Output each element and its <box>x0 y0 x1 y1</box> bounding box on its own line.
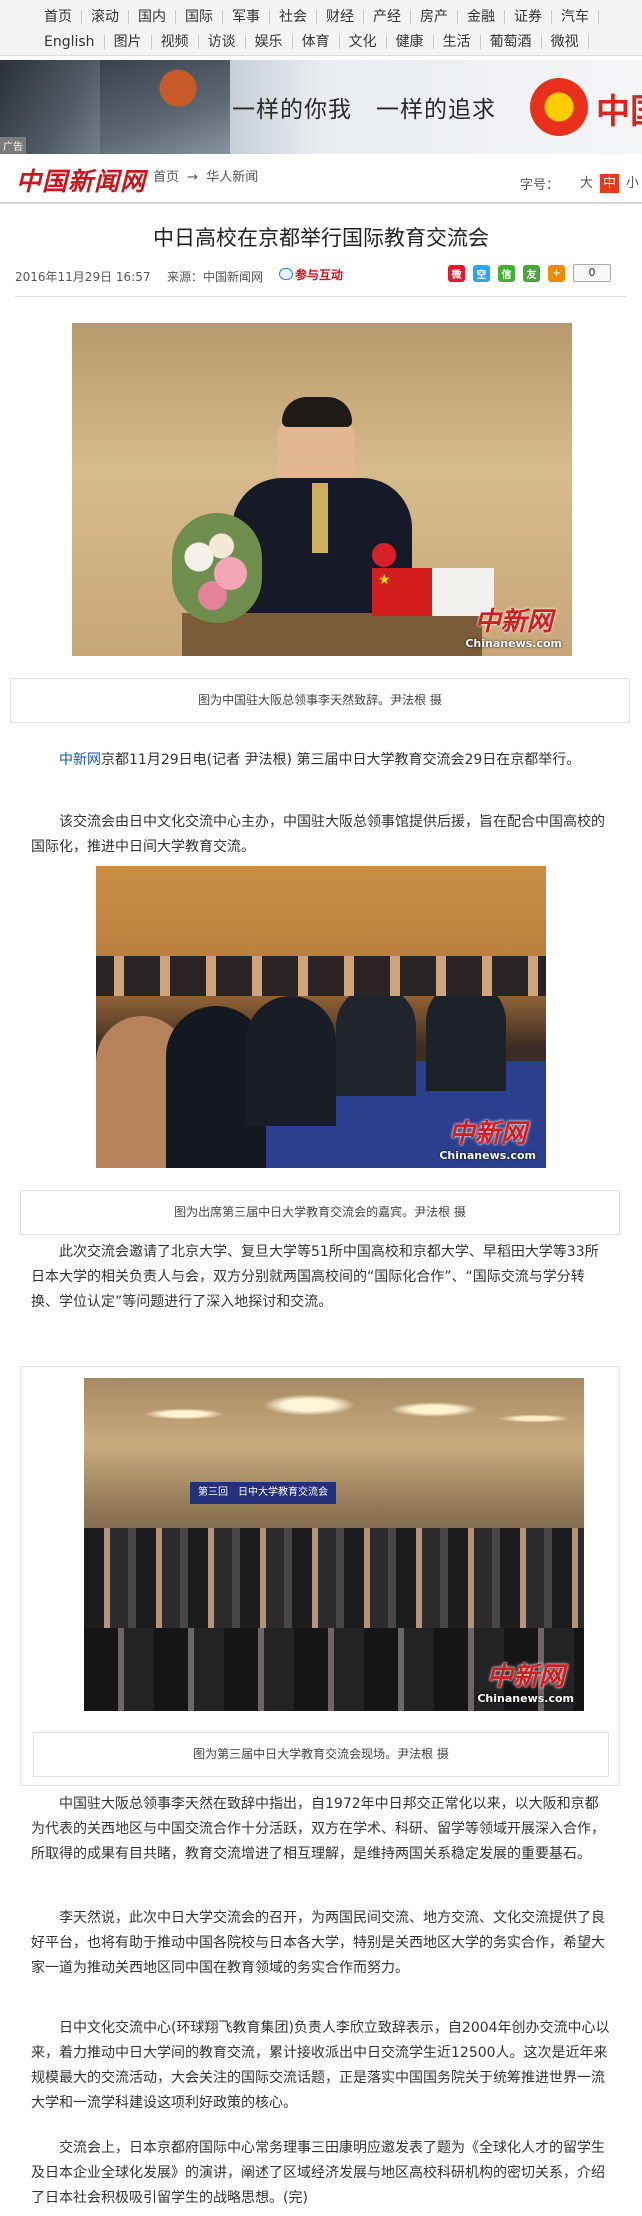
ad-label: 广告 <box>0 137 26 154</box>
font-size-small[interactable]: 小 <box>623 174 642 193</box>
nav-item-video[interactable]: 视频 <box>152 34 199 49</box>
font-size-label: 字号： <box>520 178 560 193</box>
flower-arrangement <box>172 513 262 623</box>
nav-item-realestate[interactable]: 房产 <box>411 9 458 24</box>
paragraph-1: 中新网京都11月29日电(记者 尹法根) 第三届中日大学教育交流会29日在京都举… <box>31 748 611 773</box>
nav-item-scroll[interactable]: 滚动 <box>82 9 129 24</box>
guest-man-3 <box>336 986 416 1096</box>
friends-share-icon[interactable]: 友 <box>523 264 540 282</box>
paragraph-7: 交流会上，日本京都府国际中心常务理事三田康明应邀发表了题为《全球化人才的留学生及… <box>31 2140 605 2206</box>
share-count: 0 <box>573 264 611 282</box>
stage-banner: 第三回 日中大学教育交流会 <box>190 1482 336 1504</box>
photo-watermark: 中新网 Chinanews.com <box>477 1662 574 1705</box>
nav-item-entertainment[interactable]: 娱乐 <box>246 34 293 49</box>
nav-item-life[interactable]: 生活 <box>434 34 481 49</box>
share-bar: 微 空 信 友 + 0 <box>448 264 611 282</box>
site-header: 中国新闻网 首页 → 华人新闻 字号： 大 中 小 <box>0 154 642 204</box>
nav-item-society[interactable]: 社会 <box>270 9 317 24</box>
breadcrumb: 首页 → 华人新闻 <box>153 166 258 185</box>
title-divider <box>15 296 627 297</box>
paragraph-3: 此次交流会邀请了北京大学、复旦大学等51所中国高校和京都大学、早稻田大学等33所… <box>31 1244 599 1310</box>
caption-text-3: 图为第三届中日大学教育交流会现场。尹法根 摄 <box>193 1747 449 1761</box>
breadcrumb-section[interactable]: 华人新闻 <box>206 170 258 185</box>
banner-brand: 中国 <box>596 92 642 132</box>
nav-item-home[interactable]: 首页 <box>38 9 82 24</box>
nav-row-1: 首页 滚动 国内 国际 军事 社会 财经 产经 房产 金融 证券 汽车 <box>0 4 642 29</box>
paragraph-5: 李天然说，此次中日大学交流会的召开，为两国民间交流、地方交流、文化交流提供了良好… <box>31 1910 605 1976</box>
guest-man-4 <box>426 981 506 1091</box>
nav-item-industry[interactable]: 产经 <box>364 9 411 24</box>
photo-caption-1: 图为中国驻大阪总领事李天然致辞。尹法根 摄 <box>10 678 630 723</box>
speaker-hair <box>282 397 352 427</box>
photo-caption-2: 图为出席第三届中日大学教育交流会的嘉宾。尹法根 摄 <box>20 1190 620 1235</box>
paragraph-2: 该交流会由日中文化交流中心主办，中国驻大阪总领事馆提供后援，旨在配合中国高校的国… <box>31 814 605 855</box>
nav-item-english[interactable]: English <box>38 34 105 49</box>
wechat-share-icon[interactable]: 信 <box>498 264 515 282</box>
breadcrumb-arrow-icon: → <box>187 170 199 185</box>
comment-bubble-icon <box>279 268 293 280</box>
article-title: 中日高校在京都举行国际教育交流会 <box>153 226 489 250</box>
publish-time: 2016年11月29日 16:57 <box>15 270 151 284</box>
photo-caption-3: 图为第三届中日大学教育交流会现场。尹法根 摄 <box>33 1732 609 1777</box>
nav-item-international[interactable]: 国际 <box>176 9 223 24</box>
weibo-share-icon[interactable]: 微 <box>448 264 465 282</box>
speaker-tie <box>312 483 328 553</box>
nav-item-banking[interactable]: 金融 <box>458 9 505 24</box>
qzone-share-icon[interactable]: 空 <box>473 264 490 282</box>
nav-item-finance[interactable]: 财经 <box>317 9 364 24</box>
article-meta: 2016年11月29日 16:57 来源：中国新闻网 参与互动 微 空 信 友 … <box>15 264 625 288</box>
photo-speaker: ★ 中新网 Chinanews.com <box>72 323 572 656</box>
nav-item-domestic[interactable]: 国内 <box>129 9 176 24</box>
more-share-icon[interactable]: + <box>548 264 565 282</box>
breadcrumb-home[interactable]: 首页 <box>153 170 179 185</box>
nav-row-2: English 图片 视频 访谈 娱乐 体育 文化 健康 生活 葡萄酒 微视 <box>0 29 642 54</box>
nav-item-health[interactable]: 健康 <box>387 34 434 49</box>
photo-watermark: 中新网 Chinanews.com <box>465 607 562 650</box>
banner-ad[interactable]: 一样的你我 一样的追求 中国 广告 <box>0 60 642 154</box>
nav-item-culture[interactable]: 文化 <box>340 34 387 49</box>
caption-text-2: 图为出席第三届中日大学教育交流会的嘉宾。尹法根 摄 <box>174 1205 466 1219</box>
caption-text-1: 图为中国驻大阪总领事李天然致辞。尹法根 摄 <box>198 693 442 707</box>
petrochina-logo-icon <box>530 78 588 136</box>
stage-banner-text: 第三回 日中大学教育交流会 <box>198 1487 328 1498</box>
photo-watermark: 中新网 Chinanews.com <box>439 1119 536 1162</box>
nav-item-interviews[interactable]: 访谈 <box>199 34 246 49</box>
paragraph-1-text: 京都11月29日电(记者 尹法根) 第三届中日大学教育交流会29日在京都举行。 <box>101 752 581 768</box>
photo-venue: 第三回 日中大学教育交流会 中新网 Chinanews.com <box>84 1378 584 1711</box>
background-crowd <box>96 956 546 996</box>
photo-guests: 中新网 Chinanews.com <box>96 866 546 1168</box>
watermark-en: Chinanews.com <box>439 1149 536 1162</box>
nav-item-securities[interactable]: 证券 <box>505 9 552 24</box>
watermark-cn: 中新网 <box>486 1662 565 1692</box>
site-logo[interactable]: 中国新闻网 <box>16 162 146 198</box>
nav-item-photos[interactable]: 图片 <box>105 34 152 49</box>
watermark-en: Chinanews.com <box>477 1692 574 1705</box>
nav-item-microvideo[interactable]: 微视 <box>542 34 589 49</box>
font-size-medium[interactable]: 中 <box>600 174 620 193</box>
guest-man-2 <box>246 996 336 1126</box>
font-size-switcher: 字号： 大 中 小 <box>520 174 642 193</box>
china-flag: ★ <box>372 568 434 616</box>
font-size-large[interactable]: 大 <box>577 174 596 193</box>
banner-slogan: 一样的你我 一样的追求 <box>232 97 496 123</box>
paragraph-4: 中国驻大阪总领事李天然在致辞中指出，自1972年中日邦交正常化以来，以大阪和京都… <box>31 1796 605 1862</box>
article-source: 来源：中国新闻网 <box>167 270 264 284</box>
nav-item-wine[interactable]: 葡萄酒 <box>481 34 542 49</box>
nav-item-military[interactable]: 军事 <box>223 9 270 24</box>
participate-label: 参与互动 <box>295 268 344 282</box>
nav-item-auto[interactable]: 汽车 <box>552 9 599 24</box>
participate-link[interactable]: 参与互动 <box>279 266 343 283</box>
watermark-cn: 中新网 <box>474 607 553 637</box>
banner-worker-image <box>100 60 230 154</box>
watermark-en: Chinanews.com <box>465 637 562 650</box>
chinanews-link[interactable]: 中新网 <box>59 752 101 768</box>
nav-item-sports[interactable]: 体育 <box>293 34 340 49</box>
red-corsage <box>372 543 396 567</box>
chandeliers <box>84 1378 584 1468</box>
watermark-cn: 中新网 <box>448 1119 527 1149</box>
paragraph-6: 日中文化交流中心(环球翔飞教育集团)负责人李欣立致辞表示，自2004年创办交流中… <box>31 2020 610 2111</box>
top-nav: 首页 滚动 国内 国际 军事 社会 财经 产经 房产 金融 证券 汽车 Engl… <box>0 0 642 56</box>
